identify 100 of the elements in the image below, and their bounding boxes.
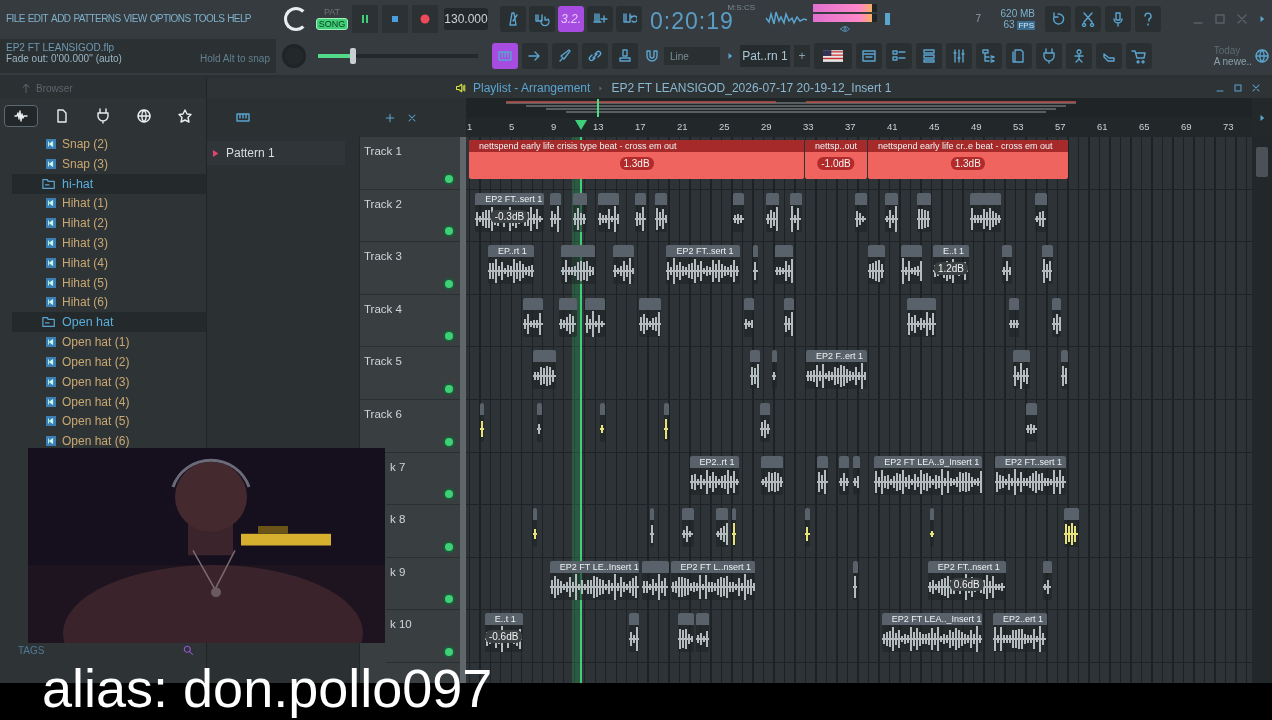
menu-item[interactable]: PATTERNS — [73, 13, 121, 24]
browser-title: Browser — [36, 82, 73, 94]
audio-clip[interactable]: EP2 FT..sert 1 — [995, 455, 1067, 495]
browser-item[interactable]: Open hat (1) — [0, 332, 206, 353]
audio-clip[interactable]: EP2 F..ert 1 — [806, 350, 867, 390]
clip-header[interactable]: EP2..ert 1 — [992, 613, 1047, 626]
bar-number: 41 — [887, 121, 898, 132]
menu-item[interactable]: OPTIONS — [149, 13, 191, 24]
bar-number: 65 — [1139, 121, 1150, 132]
gain-badge: 1.2dB — [933, 262, 969, 276]
browser-item[interactable]: Open hat (2) — [0, 352, 206, 372]
clip-header[interactable]: EP2 FT LEA..9_Insert 1 — [874, 455, 983, 468]
menu-item[interactable]: HELP — [227, 13, 251, 24]
audio-clip[interactable]: E..t 1 1.2dB — [933, 245, 969, 285]
clip-header[interactable]: EP2 FT..sert 1 — [666, 245, 740, 258]
gain-badge: 1.3dB — [950, 157, 985, 170]
news-text[interactable]: A newe.. — [1213, 56, 1252, 67]
browser-item[interactable]: Hihat (3) — [0, 233, 206, 253]
audio-clip[interactable]: EP2 FT..nsert 1 0.6dB — [927, 560, 1006, 600]
memory-usage: 620 MB — [1000, 7, 1035, 19]
hint-text: Hold Alt to snap — [199, 53, 270, 64]
pattern-item[interactable]: Pattern 1 — [207, 141, 345, 165]
browser-item[interactable]: Snap (2) — [0, 134, 206, 154]
bar-number: 61 — [1097, 121, 1108, 132]
audio-clip[interactable]: EP2..ert 1 — [992, 613, 1047, 653]
clip-header[interactable]: nettspend early life crisis type beat - cross em out — [469, 140, 804, 152]
audio-clip[interactable]: EP2..rt 1 — [689, 455, 739, 495]
clip-header[interactable]: EP2..rt 1 — [689, 455, 739, 468]
menu-item[interactable]: VIEW — [123, 13, 147, 24]
clip-header[interactable]: EP..rt 1 — [487, 245, 535, 258]
browser-folder[interactable]: hi-hat — [12, 173, 206, 194]
clip-header[interactable]: EP2 FT LE..Insert 1 — [549, 560, 640, 573]
add-pattern-button[interactable]: + — [794, 45, 810, 67]
clip-header[interactable]: EP2 FT L..nsert 1 — [670, 560, 755, 573]
mode-toggle[interactable]: SONG — [315, 18, 349, 30]
browser-item[interactable]: Hihat (5) — [0, 272, 206, 293]
browser-item[interactable]: Hihat (6) — [0, 292, 206, 313]
browser-item[interactable]: Hihat (2) — [0, 213, 206, 234]
timeline-ruler[interactable]: 1 5 9 13 17 21 25 29 33 37 41 45 49 53 57 61 65 69 73 — [466, 118, 1252, 137]
clip-source-name: EP2 FT LEANSIGOD_2026-07-17 20-19-12_Insert 1 — [611, 81, 892, 95]
snap-dropdown[interactable]: Line — [664, 47, 720, 65]
track-name: k 8 — [390, 513, 406, 526]
bar-number: 57 — [1055, 121, 1066, 132]
browser-folder[interactable]: Open hat — [12, 312, 206, 333]
clip-header[interactable]: E..t 1 — [484, 613, 523, 626]
clip-header[interactable]: EP2 FT..sert 1 — [995, 455, 1067, 468]
bar-number: 29 — [761, 121, 772, 132]
gain-badge: 1.3dB — [619, 157, 654, 170]
audio-clip[interactable]: EP..rt 1 — [487, 245, 535, 285]
browser-item[interactable]: Open hat (3) — [0, 371, 206, 392]
audio-clip[interactable]: nettsp..out -1.0dB — [805, 140, 867, 179]
tempo-field[interactable]: 130.000 — [444, 7, 488, 30]
bar-number: 17 — [635, 121, 646, 132]
track-name: k 9 — [390, 565, 406, 578]
audio-clip[interactable]: EP2 FT L..nsert 1 — [670, 560, 755, 600]
audio-clip[interactable]: EP2 FT..sert 1 — [666, 245, 740, 285]
audio-clip[interactable]: E..t 1 -0.6dB — [484, 613, 523, 653]
clip-header[interactable]: nettspend early life cr..e beat - cross em out — [868, 140, 1068, 152]
track-name: Track 6 — [364, 407, 402, 420]
clip-header[interactable]: E..t 1 — [933, 245, 969, 258]
gain-badge: -1.0dB — [817, 157, 855, 170]
clip-header[interactable]: EP2 FT LEA.._Insert 1 — [881, 613, 983, 626]
playlist-title: Playlist - Arrangement — [473, 81, 591, 95]
clip-header[interactable]: EP2 FT..sert 1 — [475, 192, 544, 205]
audio-clip[interactable]: EP2 FT..sert 1 -0.3dB — [475, 192, 544, 232]
bar-number: 73 — [1223, 121, 1234, 132]
clip-header[interactable]: nettsp..out — [805, 140, 867, 152]
browser-item[interactable]: Hihat (1) — [0, 193, 206, 214]
clip-header[interactable]: EP2 F..ert 1 — [806, 350, 867, 363]
browser-item[interactable]: Open hat (5) — [0, 411, 206, 432]
menu-item[interactable]: ADD — [51, 13, 71, 24]
bar-number: 1 — [467, 121, 473, 132]
audio-clip[interactable]: nettspend early life cr..e beat - cross em out 1.3dB — [868, 140, 1068, 179]
browser-item[interactable]: Snap (3) — [0, 153, 206, 174]
gain-badge: -0.3dB — [490, 209, 529, 223]
gain-badge: 0.6dB — [949, 577, 984, 591]
track-name: k 10 — [390, 618, 412, 631]
bar-number: 45 — [929, 121, 940, 132]
browser-item[interactable]: Open hat (6) — [0, 431, 206, 452]
track-name: k 7 — [390, 460, 406, 473]
news-title: Today — [1213, 45, 1242, 56]
track-name: Track 3 — [364, 250, 402, 263]
audio-clip[interactable]: nettspend early life crisis type beat - cross em out 1.3dB — [469, 140, 804, 179]
pattern-selector[interactable]: Pat..rn 1 — [740, 45, 790, 67]
bar-number: 49 — [971, 121, 982, 132]
gain-badge: -0.6dB — [484, 630, 523, 644]
track-name: Track 2 — [364, 197, 402, 210]
audio-clip[interactable]: EP2 FT LE..Insert 1 — [549, 560, 640, 600]
audio-clip[interactable]: EP2 FT LEA.._Insert 1 — [881, 613, 983, 653]
browser-item[interactable]: Open hat (4) — [0, 391, 206, 412]
menu-item[interactable]: EDIT — [27, 13, 49, 24]
clip-header[interactable]: EP2 FT..nsert 1 — [927, 560, 1006, 573]
bar-number: 69 — [1181, 121, 1192, 132]
track-name: Track 4 — [364, 302, 402, 315]
menu-item[interactable]: FILE — [6, 13, 25, 24]
bar-number: 25 — [719, 121, 730, 132]
menu-item[interactable]: TOOLS — [193, 13, 225, 24]
track-name: Track 1 — [364, 145, 402, 157]
audio-clip[interactable]: EP2 FT LEA..9_Insert 1 — [874, 455, 983, 495]
browser-item[interactable]: Hihat (4) — [0, 253, 206, 273]
